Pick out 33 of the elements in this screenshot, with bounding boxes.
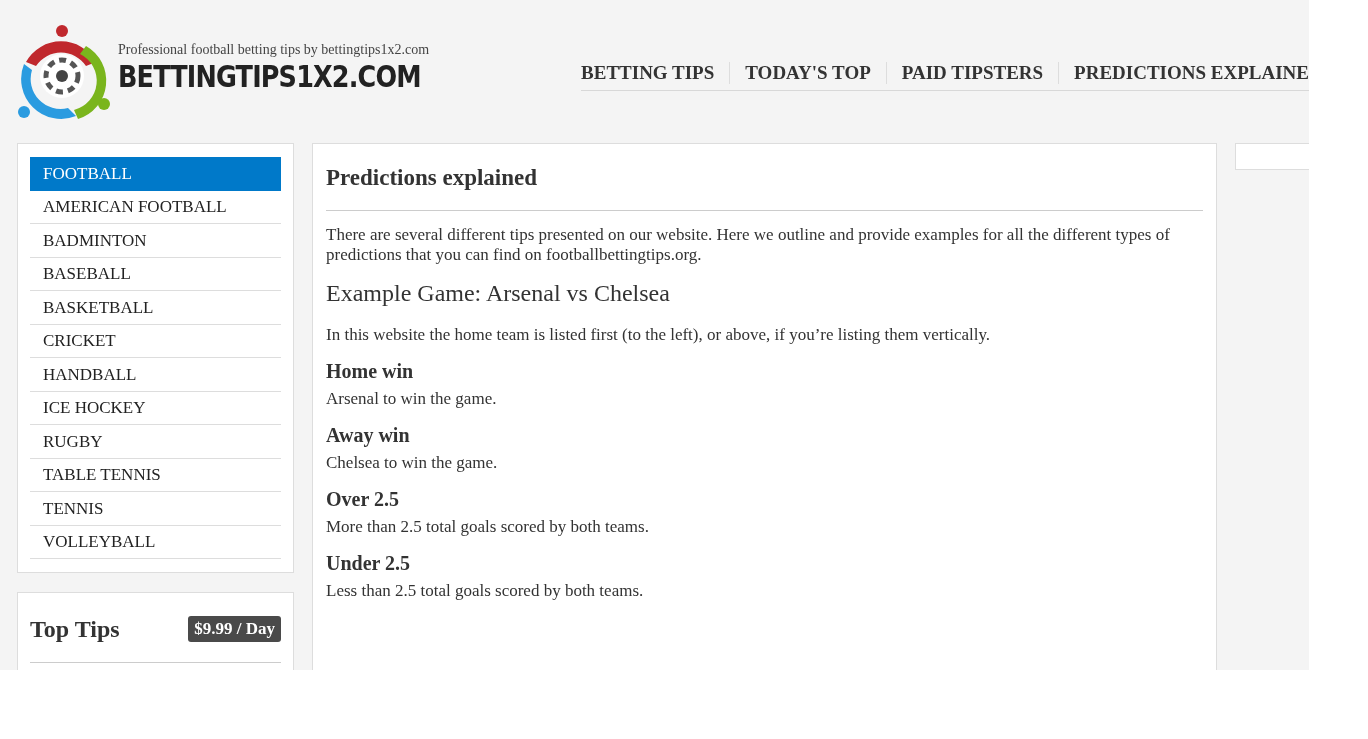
heading: Home win	[326, 358, 415, 383]
nav-link[interactable]: TODAY'S TOP	[729, 62, 886, 84]
heading: Away win	[326, 422, 411, 447]
sport-menu-item[interactable]: HANDBALL	[30, 358, 281, 392]
paragraph: Arsenal to win the game.	[326, 388, 498, 409]
heading: Under 2.5	[326, 550, 412, 575]
article-title: Predictions explained	[326, 161, 1203, 211]
paragraph: In this website the home team is listed first (to the left), or above, if you’re listing them vertically.	[326, 324, 992, 345]
sport-menu-item[interactable]: RUGBY	[30, 425, 281, 459]
logo-wordmark: BETTINGTIPS1X2.COM	[118, 59, 421, 94]
paragraph: More than 2.5 total goals scored by both teams.	[326, 516, 650, 537]
sport-menu-item[interactable]: BASKETBALL	[30, 291, 281, 325]
sport-menu-item[interactable]: TABLE TENNIS	[30, 458, 281, 492]
nav-link[interactable]: BETTING TIPS	[581, 62, 730, 84]
logo-icon	[16, 24, 112, 122]
sport-menu-item[interactable]: CRICKET	[30, 324, 281, 358]
sport-menu-item[interactable]: FOOTBALL	[30, 157, 281, 191]
sport-menu-item[interactable]: BASEBALL	[30, 257, 281, 291]
tagline: Professional football betting tips by bettingtips1x2.com	[118, 40, 431, 59]
sport-menu-item[interactable]: BADMINTON	[30, 224, 281, 258]
price-tag: $9.99 / Day	[188, 616, 281, 642]
sport-menu-item[interactable]: VOLLEYBALL	[30, 525, 281, 559]
paragraph: Chelsea to win the game.	[326, 452, 499, 473]
panel-title: Top Tips	[30, 615, 120, 644]
subheading: Example Game: Arsenal vs Chelsea	[326, 278, 671, 307]
sport-menu-item[interactable]: ICE HOCKEY	[30, 391, 281, 425]
paragraph: There are several different tips presented on our website. Here we outline and provide examples for all the different types of predictions that you can find on footballbettingtips.org.	[326, 224, 1171, 265]
sport-menu-item[interactable]: AMERICAN FOOTBALL	[30, 190, 281, 224]
nav-link[interactable]: PREDICTIONS EXPLAINE	[1058, 62, 1309, 84]
sport-menu-item[interactable]: TENNIS	[30, 492, 281, 526]
nav-link[interactable]: PAID TIPSTERS	[885, 62, 1059, 84]
paragraph: Less than 2.5 total goals scored by both teams.	[326, 580, 645, 601]
heading: Over 2.5	[326, 486, 400, 511]
